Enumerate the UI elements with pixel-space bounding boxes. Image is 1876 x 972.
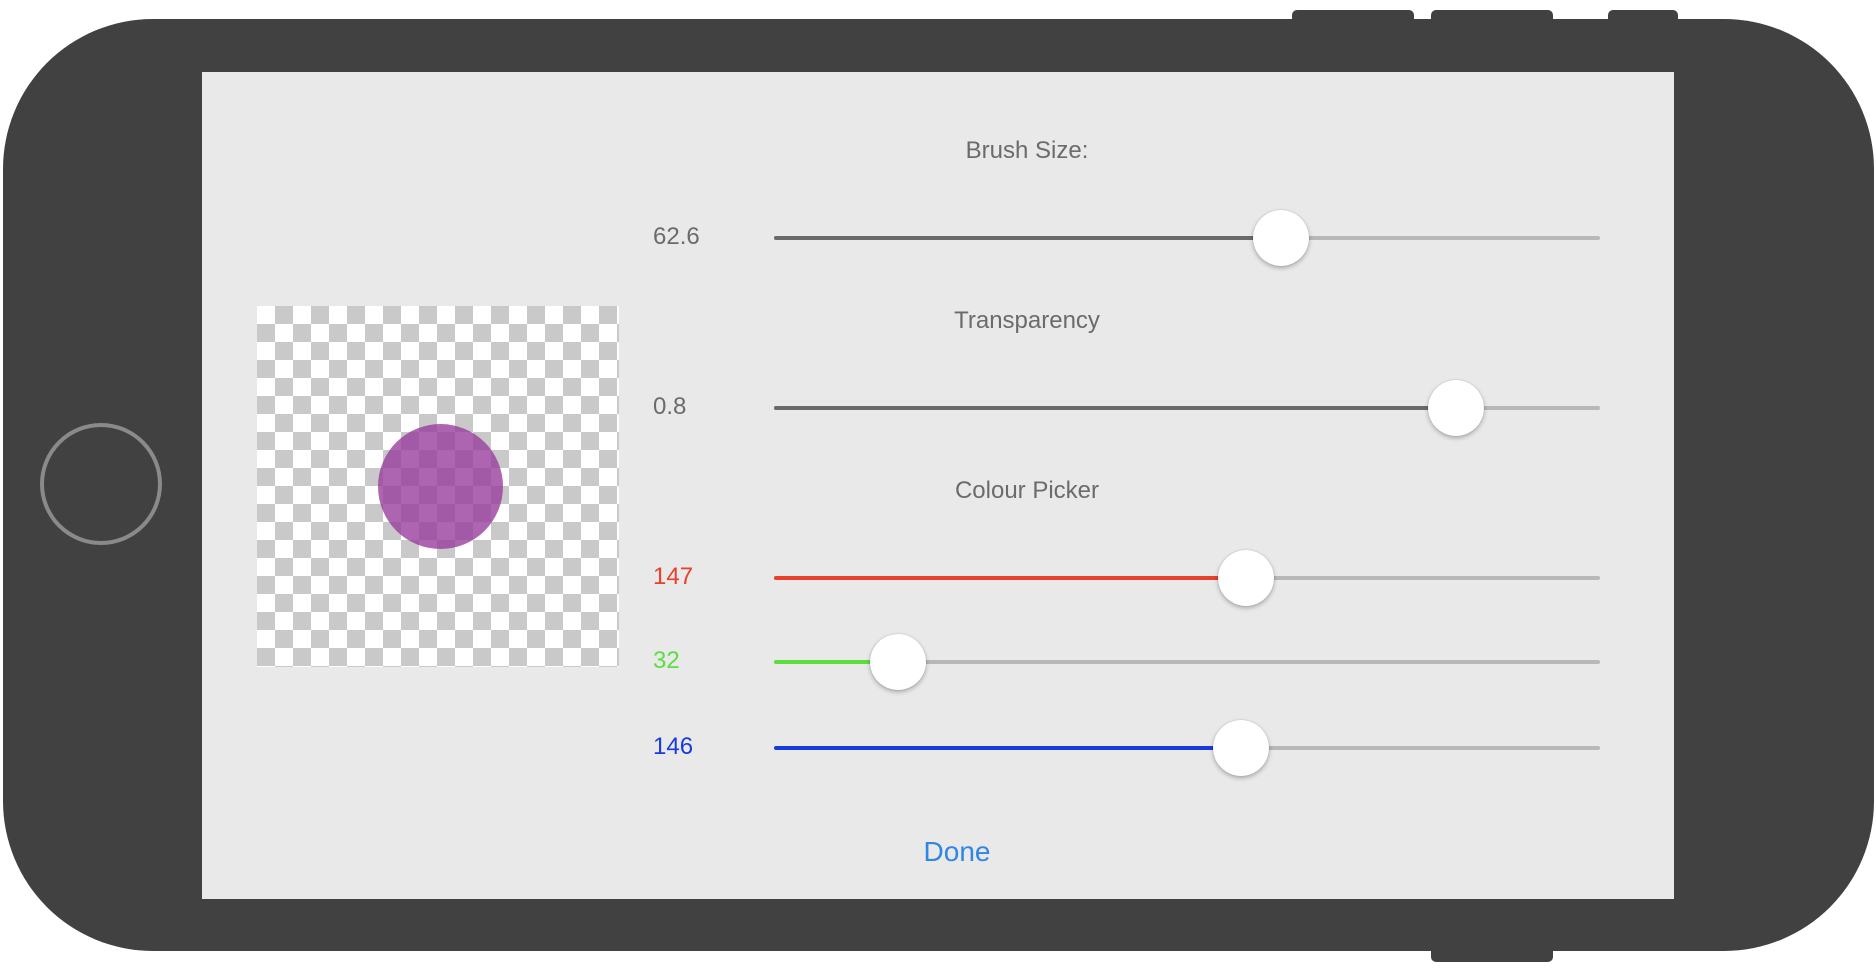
blue-value: 146 (653, 733, 694, 760)
green-value: 32 (653, 647, 680, 674)
volume-up-button (1292, 10, 1414, 26)
brush-size-title: Brush Size: (965, 137, 1089, 164)
home-button[interactable] (40, 423, 162, 545)
done-button[interactable]: Done (897, 832, 1017, 872)
brush-settings-screen: Brush Size: 62.6 Transparency 0.8 Colour… (202, 72, 1674, 899)
slider-fill (774, 236, 1282, 240)
slider-thumb[interactable] (1428, 380, 1485, 436)
power-button (1431, 946, 1553, 962)
volume-down-button (1431, 10, 1553, 26)
blue-slider[interactable] (774, 720, 1600, 776)
transparency-checkerboard-preview (257, 306, 619, 667)
red-value: 147 (653, 563, 694, 590)
slider-thumb[interactable] (1212, 720, 1269, 776)
colour-picker-title: Colour Picker (954, 477, 1100, 504)
slider-fill (774, 576, 1247, 580)
red-slider[interactable] (774, 550, 1600, 606)
slider-thumb[interactable] (1253, 210, 1310, 266)
brush-size-value: 62.6 (653, 223, 700, 250)
mute-switch (1608, 10, 1678, 26)
slider-fill (774, 746, 1241, 750)
slider-thumb[interactable] (869, 634, 926, 690)
green-slider[interactable] (774, 634, 1600, 690)
brush-size-slider[interactable] (774, 210, 1600, 266)
slider-fill (774, 406, 1457, 410)
brush-preview-dot (378, 424, 503, 549)
slider-thumb[interactable] (1218, 550, 1275, 606)
transparency-title: Transparency (954, 307, 1100, 334)
transparency-slider[interactable] (774, 380, 1600, 436)
transparency-value: 0.8 (653, 393, 687, 420)
